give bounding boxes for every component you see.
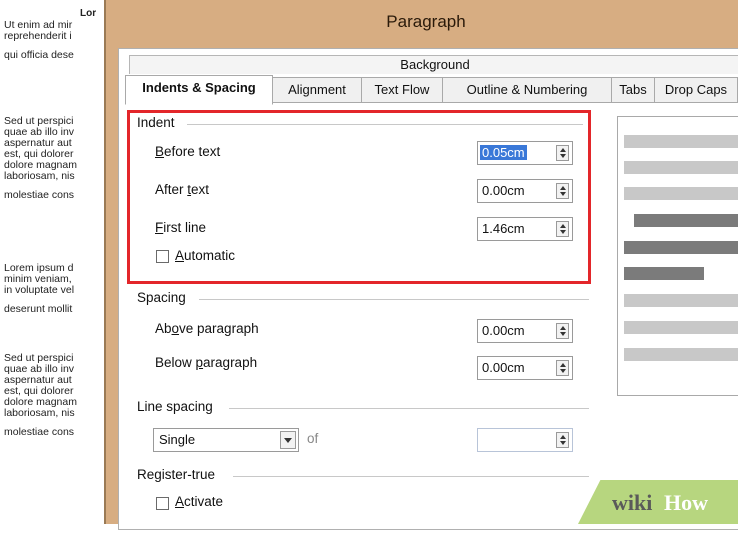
below-paragraph-value[interactable]: 0.00cm bbox=[482, 360, 525, 375]
document-line: molestiae cons bbox=[4, 189, 75, 201]
first-line-spinbox[interactable]: 1.46cm bbox=[477, 217, 573, 241]
line-spacing-section-label: Line spacing bbox=[137, 399, 213, 414]
activate-label-rest: ctivate bbox=[184, 494, 224, 509]
below-paragraph-label-mnemonic: p bbox=[195, 355, 204, 370]
tab-drop-caps[interactable]: Drop Caps bbox=[654, 77, 738, 103]
before-text-label-mnemonic: B bbox=[155, 144, 165, 159]
tab-text-flow[interactable]: Text Flow bbox=[361, 77, 443, 103]
above-paragraph-spinbox[interactable]: 0.00cm bbox=[477, 319, 573, 343]
spinner-arrows-icon[interactable] bbox=[556, 221, 569, 237]
line-spacing-of-spinbox[interactable] bbox=[477, 428, 573, 452]
of-label: of bbox=[307, 431, 319, 446]
spinner-arrows-icon[interactable] bbox=[556, 432, 569, 448]
below-paragraph-label-rest: aragraph bbox=[203, 355, 258, 370]
spinner-arrows-icon[interactable] bbox=[556, 323, 569, 339]
above-paragraph-label-pre: Ab bbox=[155, 321, 172, 336]
watermark-how-text: How bbox=[664, 490, 708, 515]
preview-line bbox=[624, 161, 738, 174]
automatic-label-mnemonic: A bbox=[175, 248, 185, 263]
automatic-checkbox[interactable] bbox=[156, 250, 169, 263]
before-text-spinbox[interactable]: 0.05cm bbox=[477, 141, 573, 165]
activate-checkbox[interactable] bbox=[156, 497, 169, 510]
tab-tabs[interactable]: Tabs bbox=[611, 77, 655, 103]
preview-line-active bbox=[634, 214, 738, 227]
above-paragraph-label-rest: ve paragraph bbox=[179, 321, 259, 336]
preview-line-active bbox=[624, 267, 704, 280]
preview-line bbox=[624, 321, 738, 334]
activate-label: Activate bbox=[175, 494, 223, 509]
below-paragraph-label-pre: Below bbox=[155, 355, 196, 370]
paragraph-preview bbox=[617, 116, 738, 396]
automatic-label: Automatic bbox=[175, 248, 235, 263]
preview-line bbox=[624, 135, 738, 148]
above-paragraph-label-mnemonic: o bbox=[171, 321, 180, 336]
activate-label-mnemonic: A bbox=[175, 494, 185, 509]
tab-background[interactable]: Background bbox=[129, 55, 738, 74]
tab-alignment[interactable]: Alignment bbox=[272, 77, 362, 103]
document-line: laboriosam, nis bbox=[4, 170, 75, 182]
spinner-arrows-icon[interactable] bbox=[556, 360, 569, 376]
document-line: qui officia dese bbox=[4, 49, 74, 61]
above-paragraph-value[interactable]: 0.00cm bbox=[482, 323, 525, 338]
document-title: Lor bbox=[80, 8, 97, 19]
line-spacing-selected[interactable]: Single bbox=[159, 432, 195, 447]
after-text-label-pre: After bbox=[155, 182, 188, 197]
divider bbox=[199, 299, 589, 300]
spinner-arrows-icon[interactable] bbox=[556, 145, 569, 161]
after-text-label: After text bbox=[155, 182, 209, 197]
before-text-label-rest: efore text bbox=[164, 144, 221, 159]
divider bbox=[187, 124, 583, 125]
tab-indents-spacing[interactable]: Indents & Spacing bbox=[125, 75, 273, 105]
divider bbox=[229, 408, 589, 409]
below-paragraph-spinbox[interactable]: 0.00cm bbox=[477, 356, 573, 380]
wikihow-watermark: wiki How bbox=[578, 480, 738, 524]
first-line-label-rest: irst line bbox=[163, 220, 207, 235]
register-true-section-label: Register-true bbox=[137, 467, 216, 482]
before-text-value[interactable]: 0.05cm bbox=[480, 145, 527, 160]
after-text-value[interactable]: 0.00cm bbox=[482, 183, 525, 198]
preview-line bbox=[624, 348, 738, 361]
document-line: deserunt mollit bbox=[4, 303, 73, 315]
spinner-arrows-icon[interactable] bbox=[556, 183, 569, 199]
document-line: laboriosam, nis bbox=[4, 407, 75, 419]
below-paragraph-label: Below paragraph bbox=[155, 355, 257, 370]
divider bbox=[233, 476, 589, 477]
paragraph-dialog: Paragraph Background Indents & Spacing A… bbox=[104, 0, 738, 530]
above-paragraph-label: Above paragraph bbox=[155, 321, 259, 336]
first-line-label-mnemonic: F bbox=[155, 220, 164, 235]
first-line-label: First line bbox=[155, 220, 206, 235]
after-text-label-rest: ext bbox=[191, 182, 210, 197]
indent-section-label: Indent bbox=[137, 115, 175, 130]
spacing-section-label: Spacing bbox=[137, 290, 186, 305]
document-line: molestiae cons bbox=[4, 426, 75, 438]
document-page: Lor Ut enim ad mir reprehenderit i qui o… bbox=[0, 0, 111, 524]
chevron-down-icon[interactable] bbox=[280, 431, 296, 449]
dialog-content: Background Indents & Spacing Alignment T… bbox=[118, 48, 738, 530]
dialog-title[interactable]: Paragraph bbox=[106, 0, 738, 44]
first-line-value[interactable]: 1.46cm bbox=[482, 221, 525, 236]
tab-outline-numbering[interactable]: Outline & Numbering bbox=[442, 77, 612, 103]
preview-line bbox=[624, 294, 738, 307]
automatic-label-rest: utomatic bbox=[184, 248, 236, 263]
watermark-wiki-text: wiki bbox=[612, 490, 653, 515]
document-line: in voluptate vel bbox=[4, 284, 75, 296]
after-text-spinbox[interactable]: 0.00cm bbox=[477, 179, 573, 203]
before-text-label: Before text bbox=[155, 144, 220, 159]
document-line: reprehenderit i bbox=[4, 30, 72, 42]
line-spacing-dropdown[interactable]: Single bbox=[153, 428, 299, 452]
preview-line bbox=[624, 187, 738, 200]
preview-line-active bbox=[624, 241, 738, 254]
